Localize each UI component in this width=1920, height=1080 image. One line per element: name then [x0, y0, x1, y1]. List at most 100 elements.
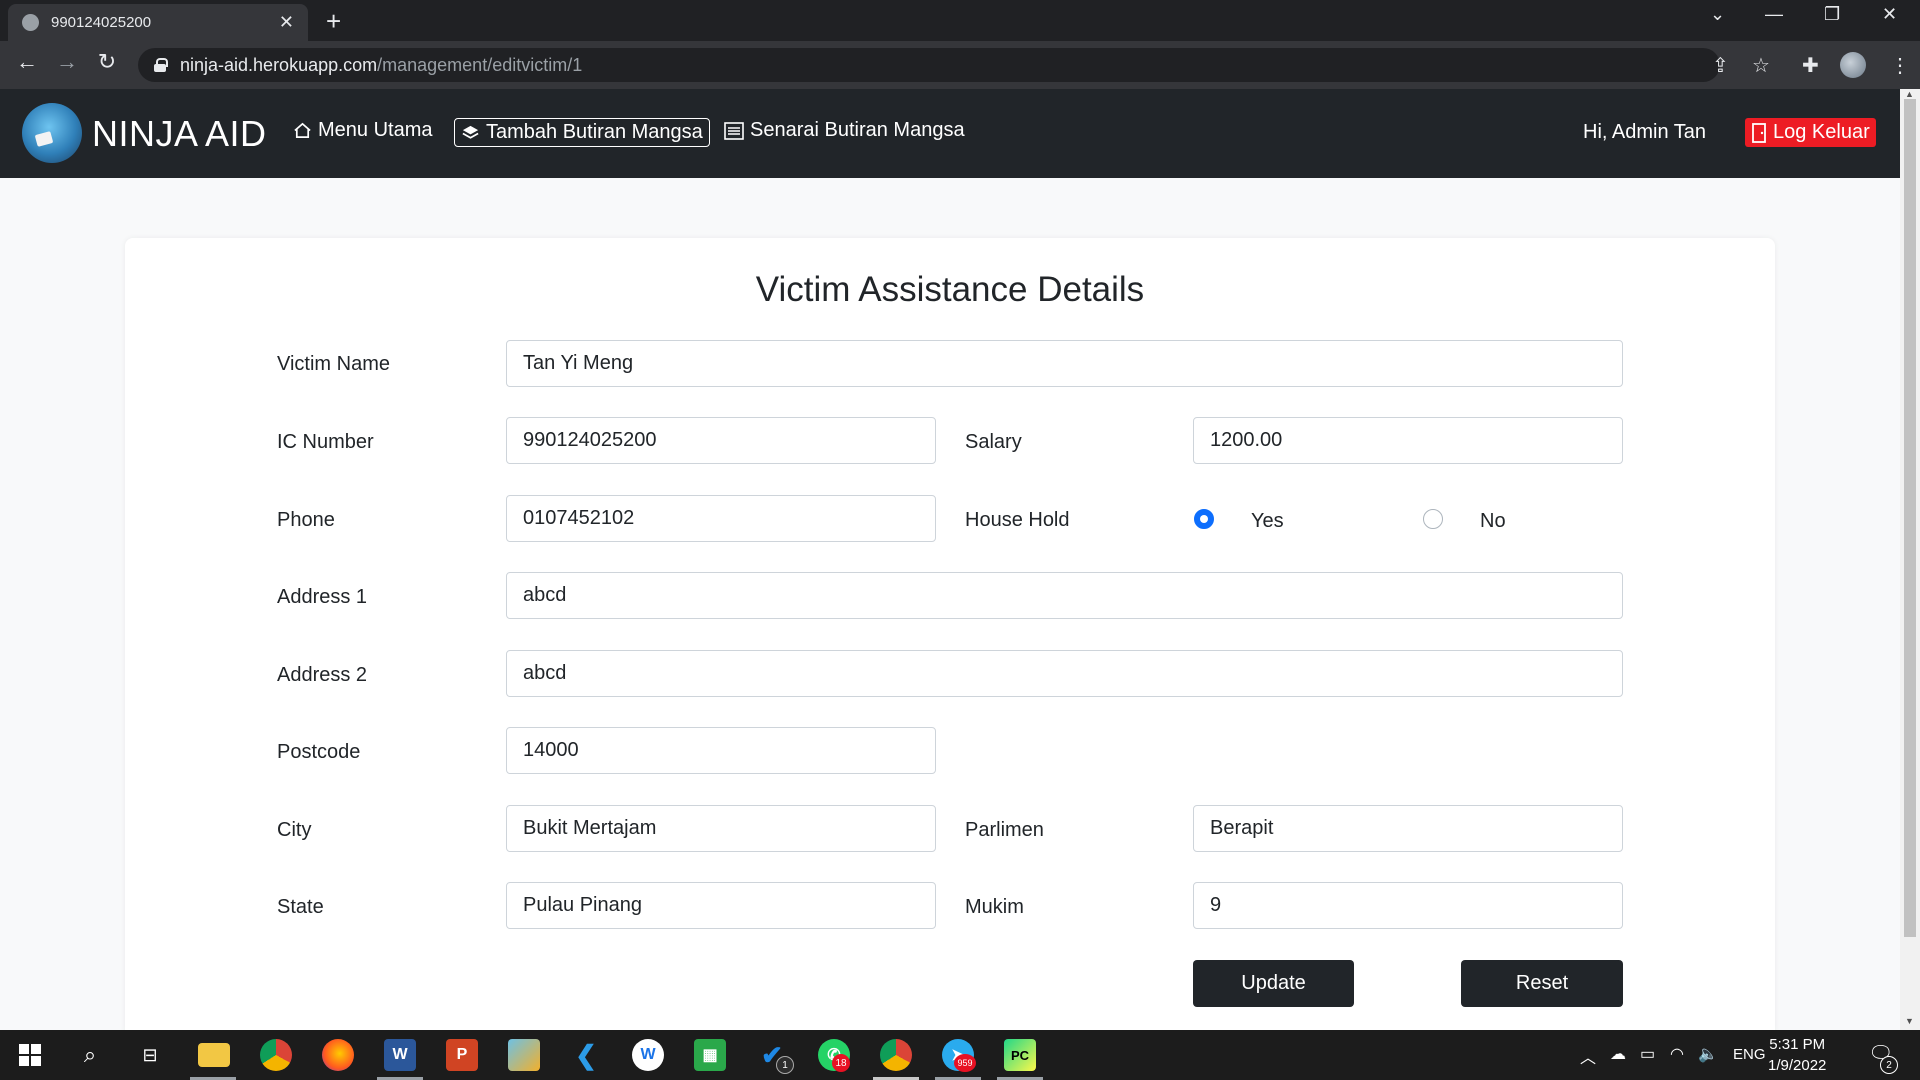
household-label: House Hold [965, 509, 1070, 531]
brand-name[interactable]: NINJA AID [92, 113, 267, 155]
powerpoint-icon[interactable]: P [446, 1039, 478, 1071]
chrome-active-icon[interactable] [880, 1039, 912, 1071]
tray-chevron-icon[interactable]: ︿ [1580, 1044, 1596, 1068]
tab-search-icon[interactable]: ⌄ [1710, 4, 1725, 25]
parlimen-label: Parlimen [965, 819, 1044, 841]
state-input[interactable]: Pulau Pinang [506, 882, 936, 929]
address-bar[interactable]: ninja-aid.herokuapp.com/management/editv… [138, 48, 1720, 82]
address2-input[interactable]: abcd [506, 650, 1623, 697]
back-icon[interactable]: ← [12, 49, 42, 75]
parlimen-input[interactable]: Berapit [1193, 805, 1623, 852]
tab-title: 990124025200 [51, 14, 152, 31]
mukim-input[interactable]: 9 [1193, 882, 1623, 929]
salary-label: Salary [965, 431, 1022, 453]
app-navbar: NINJA AID Menu Utama Tambah Butiran Mang… [0, 89, 1900, 178]
box-app-icon[interactable] [508, 1039, 540, 1071]
victim-name-input[interactable]: Tan Yi Meng [506, 340, 1623, 387]
telegram-badge: 959 [954, 1054, 976, 1072]
list-icon [724, 121, 744, 140]
state-label: State [277, 896, 324, 918]
phone-label: Phone [277, 509, 335, 531]
wifi-icon[interactable]: ◠ [1670, 1044, 1684, 1064]
browser-tab[interactable]: 990124025200 ✕ [8, 4, 308, 41]
profile-avatar[interactable] [1840, 52, 1866, 78]
todo-badge: 1 [776, 1056, 794, 1074]
url-host: ninja-aid.herokuapp.com [180, 54, 378, 75]
household-no-radio[interactable] [1423, 509, 1443, 529]
city-input[interactable]: Bukit Mertajam [506, 805, 936, 852]
search-icon[interactable]: ⌕ [74, 1039, 106, 1071]
clock-date: 1/9/2022 [1768, 1057, 1827, 1074]
close-window-icon[interactable]: ✕ [1882, 4, 1897, 25]
browser-tab-strip: 990124025200 ✕ + ⌄ — ❐ ✕ [0, 0, 1920, 41]
household-no-label: No [1480, 510, 1506, 532]
pycharm-icon[interactable]: PC [1004, 1039, 1036, 1071]
forward-icon[interactable]: → [52, 49, 82, 75]
postcode-input[interactable]: 14000 [506, 727, 936, 774]
door-exit-icon [1752, 122, 1766, 143]
nav-senarai-label: Senarai Butiran Mangsa [750, 119, 965, 141]
form-title: Victim Assistance Details [755, 270, 1145, 309]
ic-number-input[interactable]: 990124025200 [506, 417, 936, 464]
nav-senarai-butiran-mangsa[interactable]: Senarai Butiran Mangsa [724, 119, 965, 142]
household-yes-radio[interactable] [1194, 509, 1214, 529]
clock-time: 5:31 PM [1769, 1036, 1826, 1053]
lock-icon [154, 58, 168, 72]
phone-input[interactable]: 0107452102 [506, 495, 936, 542]
wps-icon[interactable]: W [632, 1039, 664, 1071]
minimize-icon[interactable]: — [1765, 4, 1783, 25]
update-button[interactable]: Update [1193, 960, 1354, 1007]
vscode-icon[interactable]: ❮ [570, 1039, 602, 1071]
victim-name-label: Victim Name [277, 353, 390, 375]
salary-input[interactable]: 1200.00 [1193, 417, 1623, 464]
volume-icon[interactable]: 🔈 [1698, 1044, 1718, 1064]
household-yes-label: Yes [1251, 510, 1284, 532]
menu-kebab-icon[interactable]: ⋮ [1890, 53, 1910, 78]
page-scrollbar[interactable]: ▲ ▼ [1900, 89, 1920, 1030]
home-icon [294, 122, 311, 139]
firefox-icon[interactable] [322, 1039, 354, 1071]
postcode-label: Postcode [277, 741, 361, 763]
logout-label: Log Keluar [1773, 121, 1870, 143]
ic-number-label: IC Number [277, 431, 374, 453]
chrome-icon[interactable] [260, 1039, 292, 1071]
restore-icon[interactable]: ❐ [1824, 4, 1840, 25]
onedrive-icon[interactable]: ☁ [1610, 1044, 1626, 1064]
scrollbar-thumb[interactable] [1904, 99, 1916, 937]
address2-label: Address 2 [277, 664, 368, 686]
notification-count: 2 [1880, 1056, 1898, 1074]
victim-details-card: Victim Assistance Details Victim Name Ta… [125, 238, 1775, 1038]
word-icon[interactable]: W [384, 1039, 416, 1071]
nav-tambah-butiran-mangsa[interactable]: Tambah Butiran Mangsa [454, 118, 710, 147]
mukim-label: Mukim [965, 896, 1024, 918]
nav-menu-utama[interactable]: Menu Utama [293, 119, 433, 142]
task-view-icon[interactable]: ⊟ [134, 1039, 166, 1071]
city-label: City [277, 819, 312, 841]
url-path: /management/editvictim/1 [377, 54, 583, 75]
address1-input[interactable]: abcd [506, 572, 1623, 619]
language-indicator[interactable]: ENG [1733, 1046, 1766, 1063]
address1-label: Address 1 [277, 586, 368, 608]
whatsapp-badge: 18 [832, 1054, 850, 1072]
scroll-up-icon[interactable]: ▲ [1905, 89, 1914, 99]
logout-button[interactable]: Log Keluar [1745, 118, 1876, 147]
browser-toolbar: ← → ↻ ninja-aid.herokuapp.com/management… [0, 41, 1920, 89]
new-tab-icon[interactable]: + [326, 6, 341, 37]
close-tab-icon[interactable]: ✕ [279, 12, 294, 33]
ninja-logo-icon[interactable] [22, 103, 82, 163]
extensions-icon[interactable]: ✚ [1802, 53, 1819, 78]
sheets-app-icon[interactable]: ▦ [694, 1039, 726, 1071]
battery-icon[interactable]: ▭ [1640, 1044, 1655, 1064]
reset-button[interactable]: Reset [1461, 960, 1623, 1007]
windows-taskbar: ⌕ ⊟ W P ❮ W ▦ ✔ 1 ✆ 18 ➤ 959 PC ︿ ☁ ▭ ◠ … [0, 1030, 1920, 1080]
file-explorer-icon[interactable] [198, 1043, 230, 1067]
windows-start-icon[interactable] [14, 1039, 46, 1071]
bookmark-star-icon[interactable]: ☆ [1752, 53, 1770, 78]
share-icon[interactable]: ⇪ [1712, 53, 1729, 78]
nav-menu-utama-label: Menu Utama [318, 119, 433, 141]
nav-tambah-label: Tambah Butiran Mangsa [486, 121, 703, 143]
reload-icon[interactable]: ↻ [92, 49, 122, 75]
system-clock[interactable]: 5:31 PM 1/9/2022 [1768, 1034, 1826, 1076]
scroll-down-icon[interactable]: ▼ [1905, 1016, 1914, 1026]
globe-icon [22, 14, 39, 31]
